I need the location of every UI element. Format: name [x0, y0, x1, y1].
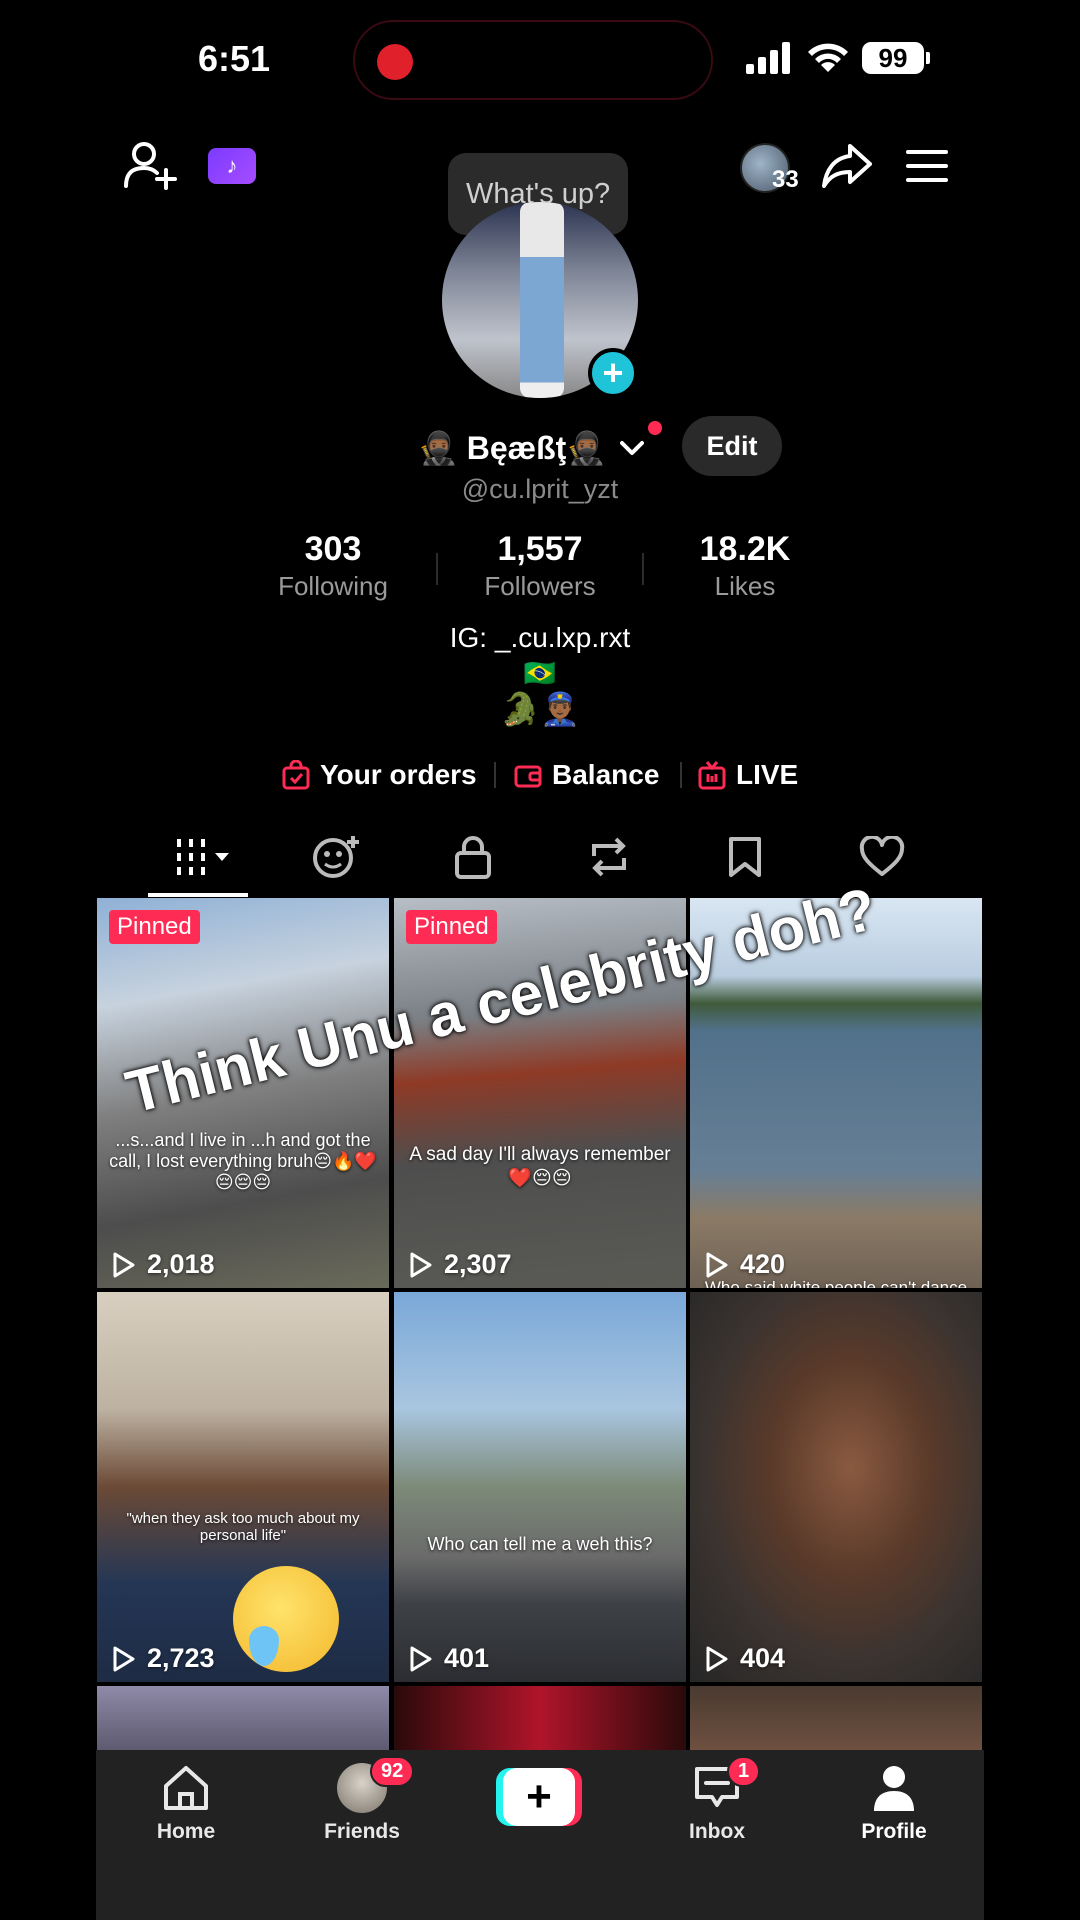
status-time: 6:51 [198, 38, 271, 79]
video-thumbnail[interactable] [690, 1686, 982, 1750]
add-friend-icon[interactable] [124, 140, 178, 190]
friends-badge: 92 [370, 1756, 415, 1787]
video-caption: ...s...and I live in ...h and got the ca… [109, 1130, 377, 1192]
stat-label: Following [278, 571, 388, 601]
sad-smile-emoji-icon [233, 1566, 339, 1672]
heart-icon [859, 836, 905, 876]
stat-divider [642, 553, 644, 585]
view-count-value: 420 [740, 1249, 786, 1279]
stat-following[interactable]: 303 Following [233, 530, 433, 602]
videos-grid-icon [177, 839, 229, 875]
quick-link-label: Balance [552, 759, 660, 790]
inbox-badge: 1 [727, 1756, 761, 1787]
wifi-icon [808, 43, 848, 72]
view-count-value: 2,723 [147, 1643, 215, 1673]
bio-line: 🐊👮🏾‍♂️ [500, 691, 580, 727]
play-icon [410, 1646, 432, 1671]
tab-videos[interactable] [160, 834, 240, 880]
home-icon [164, 1766, 208, 1810]
edit-profile-button[interactable]: Edit [682, 416, 782, 476]
video-thumbnail[interactable] [97, 1686, 389, 1750]
lock-icon [455, 836, 491, 879]
chevron-down-icon[interactable] [620, 440, 645, 456]
battery-nub [926, 52, 930, 64]
quick-link-divider [680, 762, 682, 788]
stat-label: Followers [484, 571, 596, 601]
reposts-emoji-icon [313, 836, 359, 878]
tv-icon [698, 761, 726, 790]
repost-icon [592, 837, 626, 877]
battery-indicator: 99 [862, 42, 924, 74]
bio-line: 🇧🇷 [523, 658, 557, 688]
stat-value: 1,557 [497, 530, 583, 568]
video-caption: A sad day I'll always remember ❤️😔😔 [409, 1144, 671, 1189]
live-link[interactable]: LIVE [698, 754, 798, 796]
play-icon [706, 1252, 728, 1277]
notification-dot [648, 421, 662, 435]
stat-value: 303 [304, 530, 362, 568]
view-count-value: 2,018 [147, 1249, 215, 1279]
video-thumbnail[interactable]: 404 [690, 1292, 982, 1682]
dynamic-island [353, 20, 713, 100]
friends-count: 33 [772, 166, 799, 193]
balance-link[interactable]: Balance [514, 754, 659, 796]
play-icon [113, 1252, 135, 1277]
tab-private[interactable] [448, 834, 498, 880]
play-icon [113, 1646, 135, 1671]
cellular-signal-icon [746, 42, 790, 74]
nav-label: Home [156, 1820, 216, 1843]
play-icon [410, 1252, 432, 1277]
view-count-value: 2,307 [444, 1249, 512, 1279]
view-count-value: 404 [740, 1643, 786, 1673]
play-icon [706, 1646, 728, 1671]
view-count: 401 [408, 1643, 489, 1674]
stat-followers[interactable]: 1,557 Followers [440, 530, 640, 602]
stat-label: Likes [714, 571, 776, 601]
quick-link-label: LIVE [736, 759, 799, 790]
bag-icon [282, 760, 310, 790]
add-story-icon[interactable]: + [588, 348, 638, 398]
pinned-badge: Pinned [406, 910, 497, 944]
your-orders-link[interactable]: Your orders [282, 754, 477, 796]
nav-label: Friends [324, 1820, 400, 1843]
bio-line: IG: _.cu.lxp.rxt [449, 622, 631, 653]
pinned-badge: Pinned [109, 910, 200, 944]
view-count-value: 401 [444, 1643, 490, 1673]
tab-reposts-emoji[interactable] [308, 834, 364, 880]
video-caption: Who can tell me a weh this? [427, 1534, 653, 1554]
wallet-icon [514, 765, 542, 788]
profile-icon [874, 1766, 914, 1811]
stat-value: 18.2K [699, 530, 791, 568]
nav-label: Inbox [689, 1820, 745, 1843]
profile-name: 🥷🏾 Bęæßţ🥷🏾 [418, 430, 607, 466]
view-count: 2,307 [408, 1249, 512, 1280]
view-count: 404 [704, 1643, 785, 1674]
video-thumbnail[interactable]: Who can tell me a weh this? 401 [394, 1292, 686, 1682]
quick-link-divider [494, 762, 496, 788]
bookmark-icon [729, 837, 761, 877]
menu-icon[interactable] [906, 148, 948, 184]
nav-profile[interactable]: Profile [834, 1762, 954, 1844]
recording-indicator-icon [377, 44, 413, 80]
tab-favorites[interactable] [724, 834, 766, 880]
create-button[interactable]: + [496, 1768, 582, 1826]
stat-divider [436, 553, 438, 585]
profile-name-row[interactable]: 🥷🏾 Bęæßţ🥷🏾 [418, 424, 645, 472]
quick-link-label: Your orders [320, 759, 477, 790]
tab-reposts[interactable] [584, 834, 634, 880]
view-count: 2,018 [111, 1249, 215, 1280]
view-count: 420 [704, 1249, 785, 1280]
video-thumbnail[interactable] [394, 1686, 686, 1750]
active-tab-indicator [148, 893, 248, 897]
video-caption: "when they ask too much about my persona… [126, 1510, 360, 1544]
video-thumbnail[interactable]: "when they ask too much about my persona… [97, 1292, 389, 1682]
tiktok-studio-icon[interactable]: ♪ [208, 148, 256, 184]
stat-likes[interactable]: 18.2K Likes [645, 530, 845, 602]
nav-label: Profile [861, 1820, 927, 1843]
nav-home[interactable]: Home [126, 1762, 246, 1844]
plus-icon: + [503, 1768, 575, 1826]
share-icon[interactable] [820, 140, 874, 190]
profile-handle: @cu.lprit_yzt [461, 474, 619, 504]
view-count: 2,723 [111, 1643, 215, 1674]
